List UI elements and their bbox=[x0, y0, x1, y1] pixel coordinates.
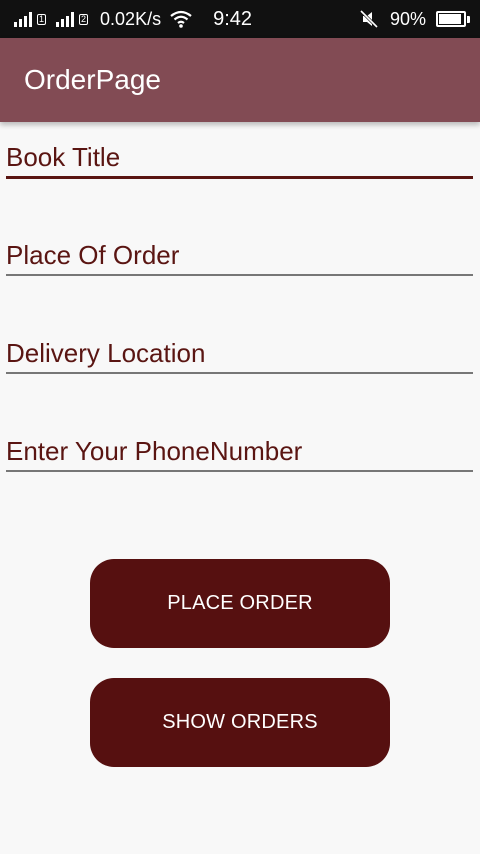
network-speed: 0.02K/s bbox=[100, 8, 162, 29]
battery-fill bbox=[439, 14, 461, 24]
sim2-indicator: 2 bbox=[79, 13, 89, 25]
clock: 9:42 bbox=[213, 7, 253, 30]
phone-number-placeholder: Enter Your PhoneNumber bbox=[6, 436, 303, 466]
delivery-location-underline bbox=[6, 372, 473, 374]
delivery-location-field[interactable]: Delivery Location bbox=[6, 338, 473, 376]
book-title-field[interactable]: Book Title bbox=[6, 142, 473, 180]
signal-icon bbox=[56, 11, 75, 27]
status-bar: 1 2 0.02K/s 9:42 90% bbox=[0, 0, 480, 38]
phone-number-field[interactable]: Enter Your PhoneNumber bbox=[6, 436, 473, 474]
status-left: 1 2 0.02K/s 9:42 bbox=[0, 8, 252, 31]
battery-icon bbox=[436, 11, 470, 27]
page-title: OrderPage bbox=[24, 64, 161, 95]
place-of-order-placeholder: Place Of Order bbox=[6, 240, 180, 270]
signal-icon bbox=[14, 11, 32, 27]
place-order-button[interactable]: PLACE ORDER bbox=[90, 559, 390, 648]
place-of-order-field[interactable]: Place Of Order bbox=[6, 240, 473, 278]
place-of-order-underline bbox=[6, 274, 473, 276]
wifi-icon bbox=[170, 10, 192, 28]
app-bar: OrderPage bbox=[0, 38, 480, 122]
battery-percent: 90% bbox=[389, 8, 426, 29]
book-title-placeholder: Book Title bbox=[6, 142, 121, 172]
sim1-indicator: 1 bbox=[37, 13, 47, 25]
phone-number-underline bbox=[6, 470, 473, 472]
status-right: 90% bbox=[358, 8, 480, 30]
show-orders-button[interactable]: SHOW ORDERS bbox=[90, 678, 390, 767]
delivery-location-placeholder: Delivery Location bbox=[6, 338, 206, 368]
mute-icon bbox=[359, 9, 379, 29]
book-title-underline bbox=[6, 176, 473, 179]
